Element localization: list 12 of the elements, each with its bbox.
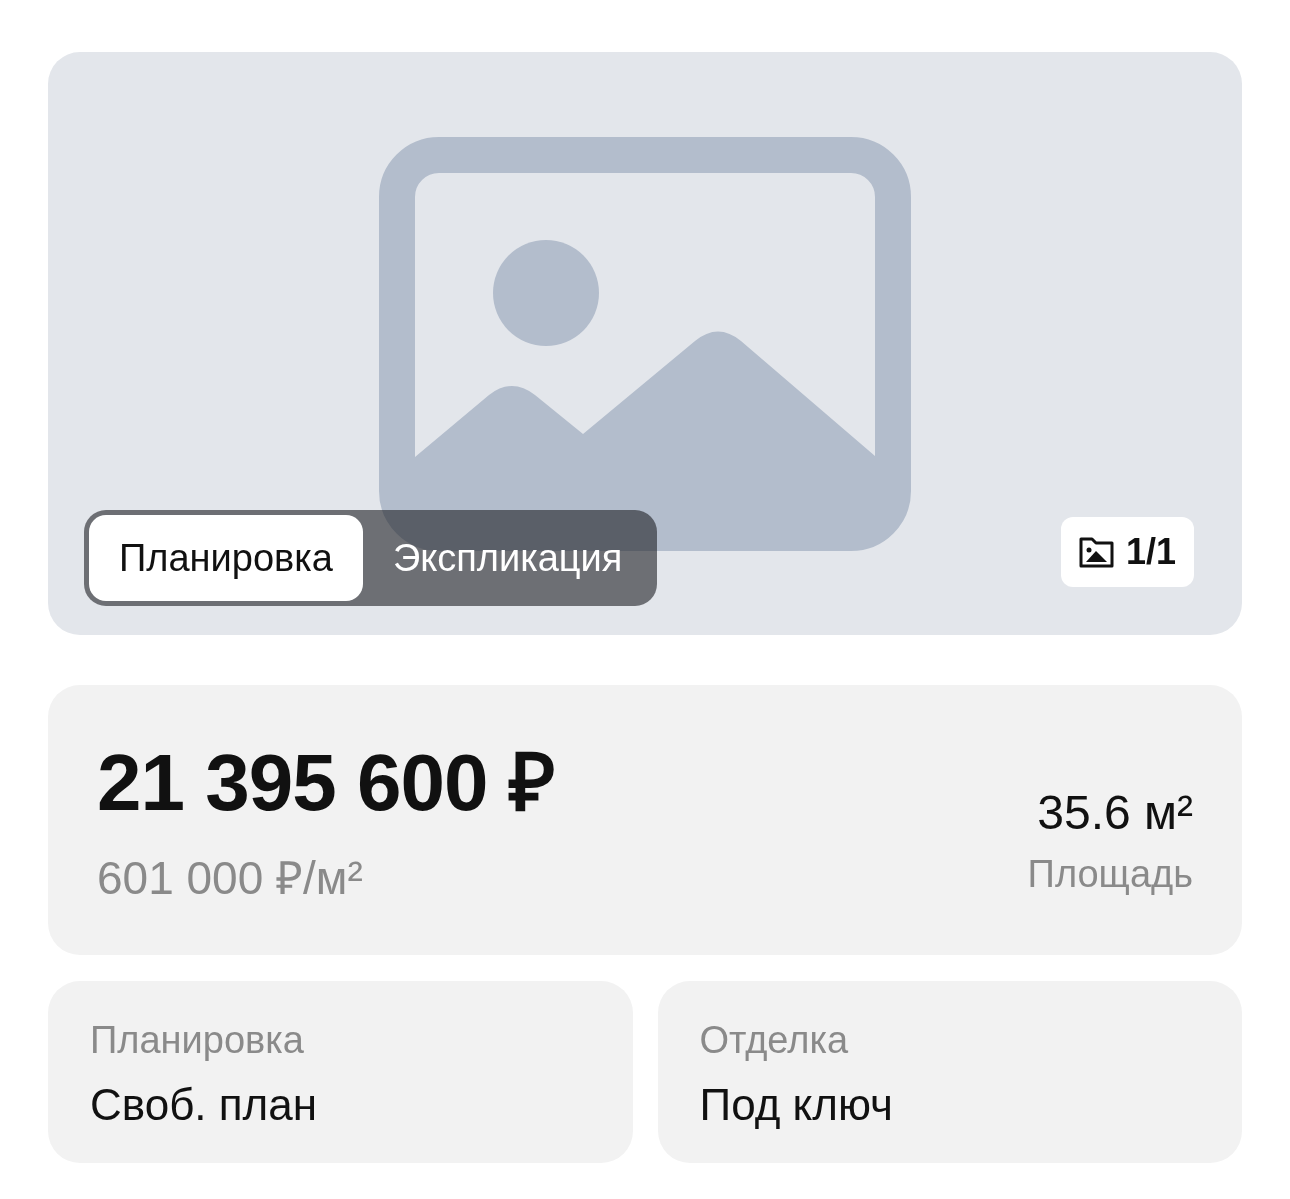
total-price: 21 395 600 ₽: [97, 743, 555, 823]
area-label: Площадь: [1027, 855, 1193, 893]
view-tab[interactable]: Экспликация: [362, 515, 653, 601]
area-value: 35.6 м²: [1037, 789, 1193, 837]
price-per-square-meter: 601 000 ₽/м²: [97, 855, 364, 901]
detail-value: Под ключ: [699, 1083, 894, 1127]
folder-image-icon: [1078, 536, 1114, 568]
detail-label: Планировка: [90, 1021, 305, 1059]
photo-count: 1/1: [1125, 534, 1176, 570]
detail-value: Своб. план: [90, 1083, 319, 1127]
detail-label: Отделка: [699, 1021, 849, 1059]
view-tab[interactable]: Планировка: [89, 515, 363, 601]
